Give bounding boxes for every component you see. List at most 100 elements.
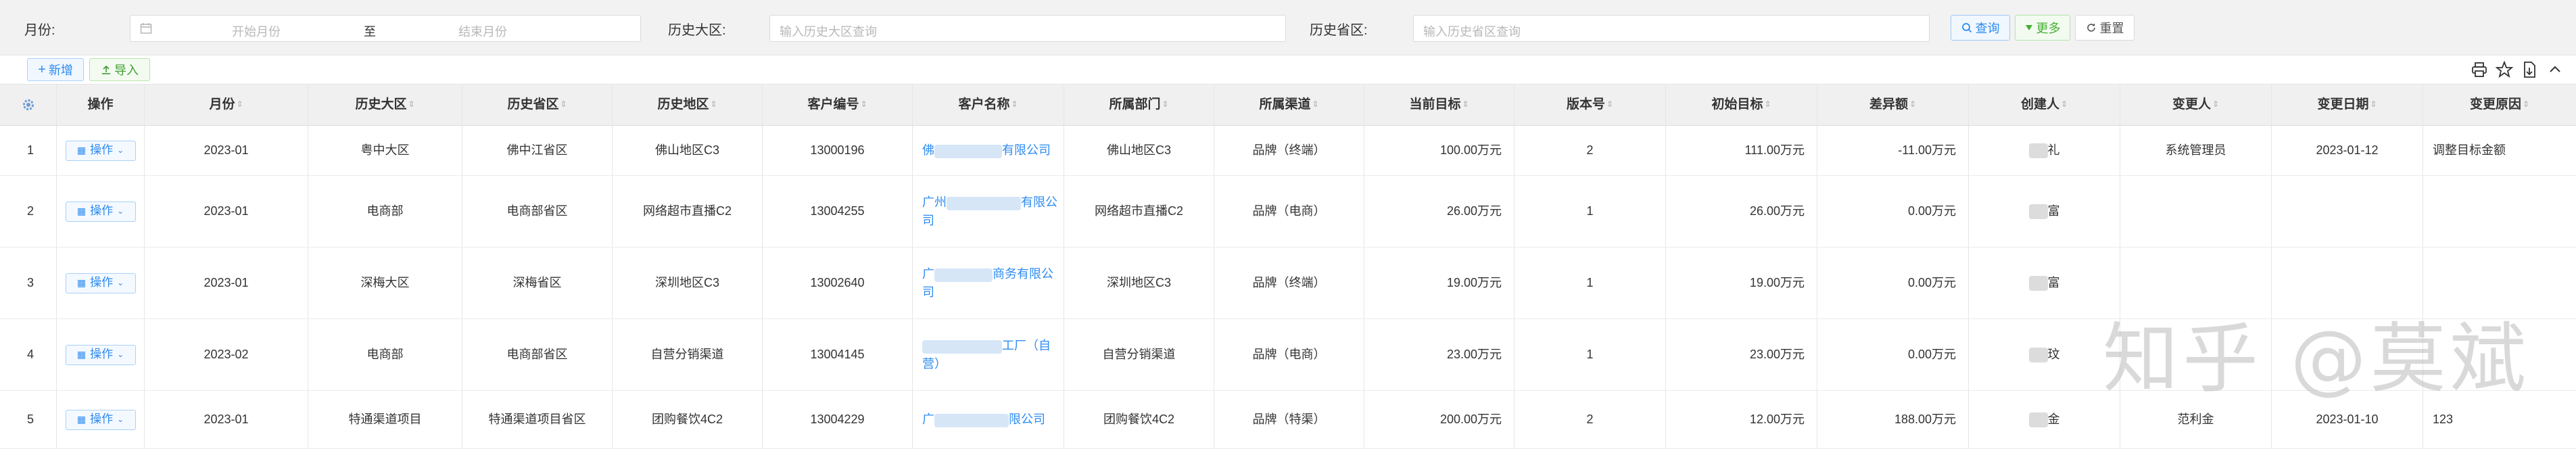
cell-creator: 礼 [1969,126,2120,175]
sort-icon[interactable]: ⇕ [860,99,867,110]
header-initial-target[interactable]: 初始目标 ⇕ [1666,85,1817,125]
redacted-text [922,339,1002,354]
cell-month: 2023-01 [145,126,308,175]
region-search-input[interactable]: 输入历史大区查询 [769,15,1286,42]
search-icon [1961,23,1972,33]
chevron-down-icon: ⌄ [117,414,124,424]
watermark: 知乎 @莫斌 [2103,315,2530,403]
sort-icon[interactable]: ⇕ [236,99,243,110]
header-version[interactable]: 版本号 ⇕ [1514,85,1666,125]
sort-icon[interactable]: ⇕ [2061,99,2068,110]
sort-icon[interactable]: ⇕ [408,99,414,110]
chevron-down-icon: ⌄ [117,145,124,155]
chevron-down-icon: ⌄ [117,206,124,216]
header-department[interactable]: 所属部门 ⇕ [1064,85,1214,125]
import-button[interactable]: 导入 [89,58,150,81]
table-row[interactable]: 2 ▦ 操作 ⌄ 2023-01 电商部 电商部省区 网络超市直播C2 1300… [0,176,2576,247]
header-change-date[interactable]: 变更日期 ⇕ [2272,85,2423,125]
cell-channel: 品牌（电商） [1214,176,1364,247]
sort-icon[interactable]: ⇕ [1462,99,1469,110]
sort-icon[interactable]: ⇕ [2370,99,2377,110]
header-month[interactable]: 月份 ⇕ [145,85,308,125]
upload-icon [102,65,110,74]
settings-header-cell[interactable] [0,85,57,125]
sort-icon[interactable]: ⇕ [560,99,567,110]
cell-province: 电商部省区 [462,176,613,247]
cell-customer-code: 13000196 [763,126,913,175]
customer-name-link[interactable]: 佛有限公司 [922,141,1059,159]
row-actions-dropdown[interactable]: ▦ 操作 ⌄ [65,344,136,365]
header-customer-code[interactable]: 客户编号 ⇕ [763,85,913,125]
cell-department: 团购餐饮4C2 [1064,391,1214,448]
cell-version: 2 [1514,126,1666,175]
row-actions-dropdown[interactable]: ▦ 操作 ⌄ [65,140,136,161]
redacted-text [2028,275,2048,291]
month-end-placeholder[interactable]: 结束月份 [458,22,507,40]
cell-area: 自营分销渠道 [613,319,763,390]
reset-button[interactable]: 重置 [2075,15,2134,41]
customer-name-link[interactable]: 工厂（自 营） [922,337,1059,372]
header-area[interactable]: 历史地区 ⇕ [613,85,763,125]
customer-name-link[interactable]: 广限公司 [922,410,1059,428]
redacted-text [2028,143,2048,158]
sort-icon[interactable]: ⇕ [1909,99,1916,110]
grid-icon: ▦ [76,414,87,425]
cell-customer-name[interactable]: 广商务有限公司 [913,247,1064,318]
cell-current-target: 23.00万元 [1364,319,1514,390]
month-range-picker[interactable]: 开始月份 至 结束月份 [130,15,641,42]
cell-customer-code: 13004145 [763,319,913,390]
query-button[interactable]: 查询 [1951,15,2010,41]
cell-difference: 188.00万元 [1817,391,1969,448]
header-difference[interactable]: 差异额 ⇕ [1817,85,1969,125]
cell-province: 深梅省区 [462,247,613,318]
print-icon[interactable] [2471,61,2488,78]
customer-name-link[interactable]: 广商务有限公司 [922,265,1059,300]
header-customer-name[interactable]: 客户名称 ⇕ [913,85,1064,125]
header-current-target[interactable]: 当前目标 ⇕ [1364,85,1514,125]
calendar-icon [140,23,152,34]
cell-change-date [2272,176,2423,247]
row-index: 5 [0,391,57,448]
sort-icon[interactable]: ⇕ [710,99,717,110]
cell-region: 电商部 [308,176,462,247]
sort-icon[interactable]: ⇕ [2523,99,2529,110]
header-creator[interactable]: 创建人 ⇕ [1969,85,2120,125]
more-button[interactable]: 更多 [2015,15,2070,41]
sort-icon[interactable]: ⇕ [1312,99,1318,110]
sort-icon[interactable]: ⇕ [1764,99,1771,110]
province-search-input[interactable]: 输入历史省区查询 [1413,15,1930,42]
gear-icon[interactable] [22,98,35,112]
row-actions-dropdown[interactable]: ▦ 操作 ⌄ [65,273,136,293]
row-actions-dropdown[interactable]: ▦ 操作 ⌄ [65,201,136,222]
redacted-text [934,144,1002,158]
chevron-up-icon[interactable] [2546,61,2564,78]
table-row[interactable]: 1 ▦ 操作 ⌄ 2023-01 粤中大区 佛中江省区 佛山地区C3 13000… [0,126,2576,176]
cell-customer-name[interactable]: 广州 有限公司 [913,176,1064,247]
sort-icon[interactable]: ⇕ [2212,99,2219,110]
cell-customer-name[interactable]: 佛有限公司 [913,126,1064,175]
cell-creator: 金 [1969,391,2120,448]
cell-initial-target: 111.00万元 [1666,126,1817,175]
cell-province: 佛中江省区 [462,126,613,175]
export-icon[interactable] [2521,61,2538,78]
row-index: 2 [0,176,57,247]
cell-customer-code: 13002640 [763,247,913,318]
cell-customer-name[interactable]: 工厂（自 营） [913,319,1064,390]
header-changer[interactable]: 变更人 ⇕ [2120,85,2272,125]
new-button[interactable]: + 新增 [27,58,84,81]
sort-icon[interactable]: ⇕ [1162,99,1168,110]
header-province[interactable]: 历史省区 ⇕ [462,85,613,125]
header-channel[interactable]: 所属渠道 ⇕ [1214,85,1364,125]
customer-name-link[interactable]: 广州 有限公司 [922,193,1059,229]
header-region[interactable]: 历史大区 ⇕ [308,85,462,125]
cell-customer-code: 13004255 [763,176,913,247]
sort-icon[interactable]: ⇕ [1011,99,1018,110]
month-start-placeholder[interactable]: 开始月份 [232,22,281,40]
row-actions-dropdown[interactable]: ▦ 操作 ⌄ [65,409,136,430]
cell-change-reason: 调整目标金额 [2433,143,2506,158]
header-change-reason[interactable]: 变更原因 ⇕ [2423,85,2576,125]
cell-customer-name[interactable]: 广限公司 [913,391,1064,448]
sort-icon[interactable]: ⇕ [1606,99,1613,110]
star-icon[interactable] [2496,61,2513,78]
cell-area: 佛山地区C3 [613,126,763,175]
